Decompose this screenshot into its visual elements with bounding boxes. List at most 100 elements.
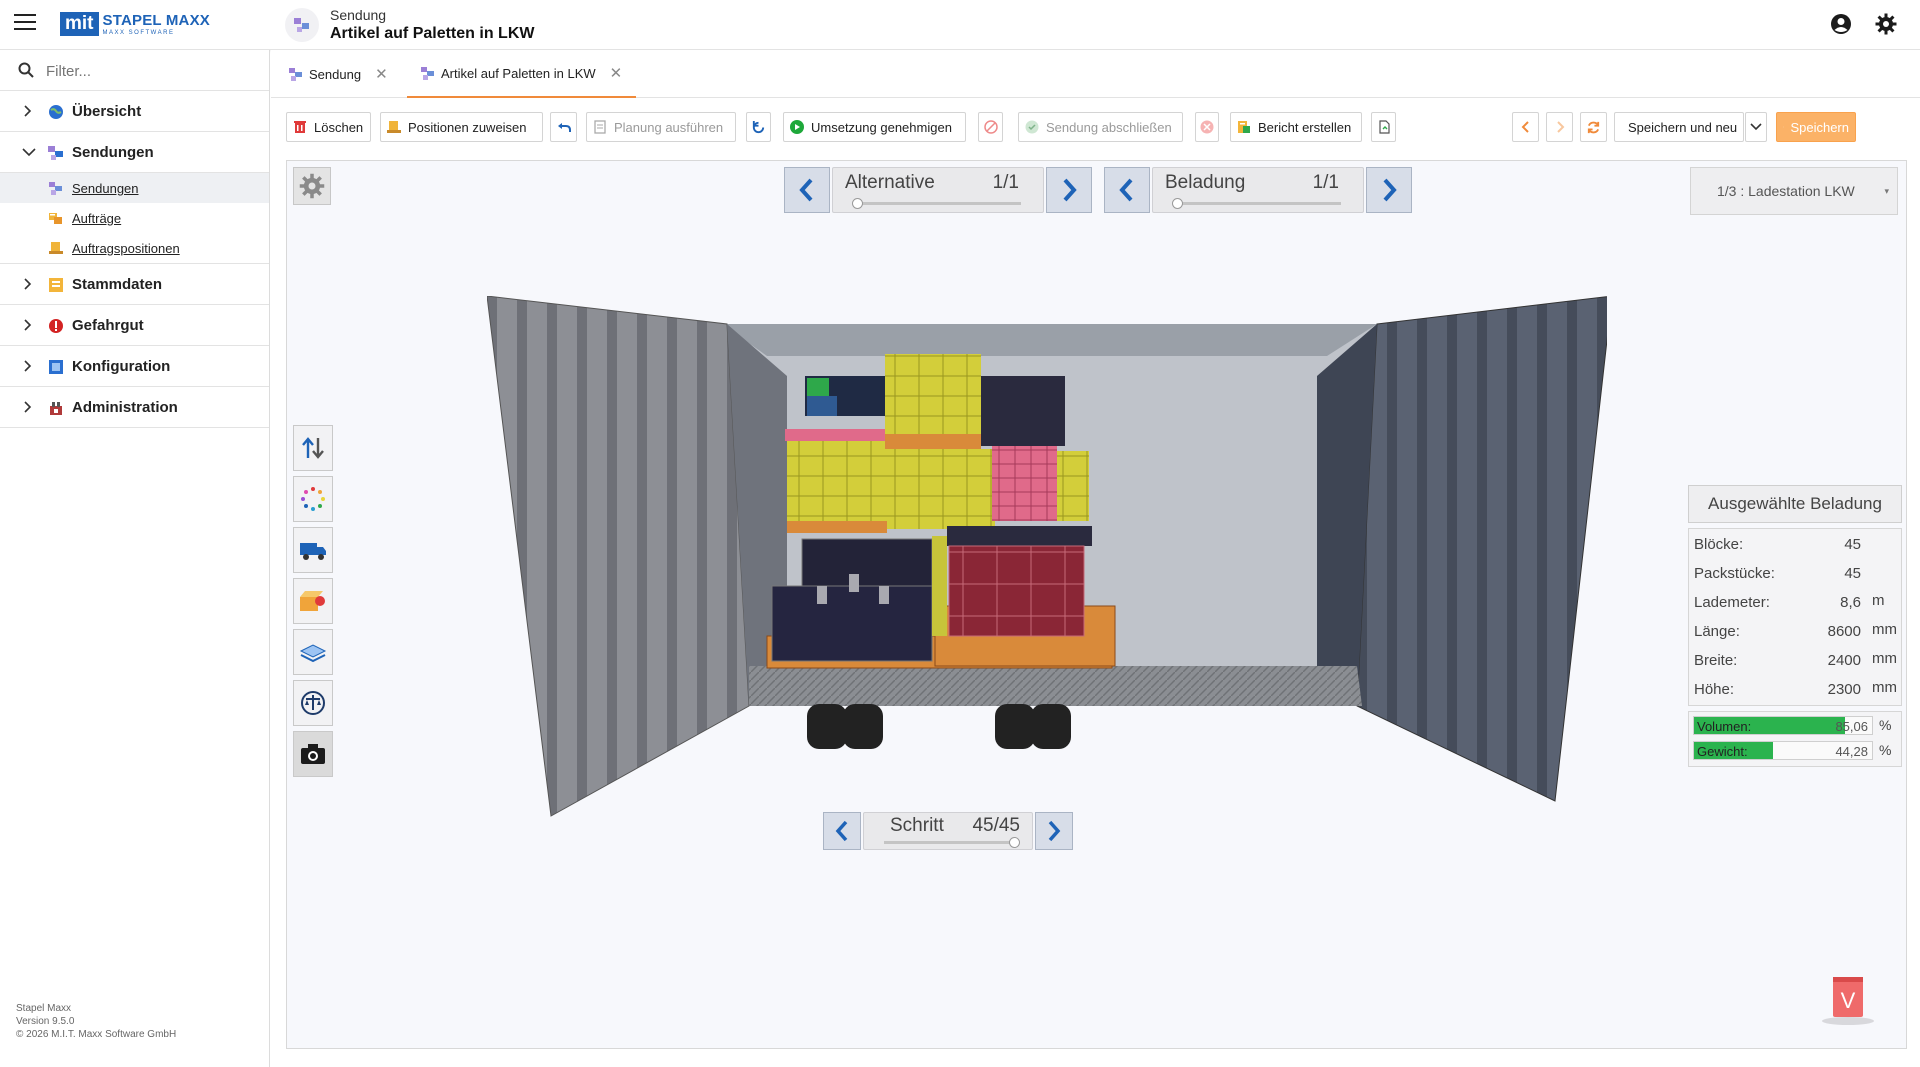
camera-icon bbox=[301, 744, 325, 764]
report-icon bbox=[1238, 121, 1250, 133]
product-name: Stapel Maxx bbox=[16, 1003, 72, 1014]
selected-loading-button[interactable]: Ausgewählte Beladung bbox=[1688, 485, 1902, 523]
loading-pager: Beladung 1/1 bbox=[1104, 167, 1414, 213]
chevron-right-icon bbox=[24, 401, 32, 413]
menu-icon[interactable] bbox=[14, 14, 36, 32]
previous-record-button[interactable] bbox=[1512, 112, 1539, 142]
chevron-right-icon bbox=[1063, 178, 1077, 202]
undo-button[interactable] bbox=[550, 112, 577, 142]
tab-sendung[interactable]: Sendung ✕ bbox=[285, 50, 392, 98]
weight-tool-button[interactable] bbox=[293, 680, 333, 726]
station-select[interactable]: 1/3 : Ladestation LKW ▾ bbox=[1690, 167, 1898, 215]
sidebar-item-gefahrgut[interactable]: Gefahrgut bbox=[0, 305, 269, 346]
next-record-button[interactable] bbox=[1546, 112, 1573, 142]
color-tool-button[interactable] bbox=[293, 476, 333, 522]
loading-next-button[interactable] bbox=[1366, 167, 1412, 213]
stat-value: 45 bbox=[1844, 565, 1861, 582]
alternative-next-button[interactable] bbox=[1046, 167, 1092, 213]
stat-label: Blöcke: bbox=[1694, 536, 1744, 553]
tab-bar: Sendung ✕ Artikel auf Paletten in LKW ✕ bbox=[271, 50, 1920, 98]
sidebar-subitem-label: Aufträge bbox=[72, 211, 122, 226]
slider-knob[interactable] bbox=[1172, 198, 1183, 209]
v-badge-icon[interactable]: V bbox=[1817, 971, 1879, 1027]
sidebar-subitem-auftragspositionen[interactable]: Auftragspositionen bbox=[0, 233, 269, 263]
run-planning-button[interactable]: Planung ausführen bbox=[586, 112, 736, 142]
sidebar-subitem-auftraege[interactable]: Aufträge bbox=[0, 203, 269, 233]
pallet-icon bbox=[299, 644, 327, 663]
truck-tool-button[interactable] bbox=[293, 527, 333, 573]
chevron-down-icon bbox=[1750, 123, 1762, 131]
delete-button[interactable]: Löschen bbox=[286, 112, 371, 142]
pallet-tool-button[interactable] bbox=[293, 629, 333, 675]
sidebar-subitem-label: Auftragspositionen bbox=[72, 241, 180, 256]
sidebar-item-konfiguration[interactable]: Konfiguration bbox=[0, 346, 269, 387]
shipment-icon bbox=[285, 8, 319, 42]
sidebar-item-administration[interactable]: Administration bbox=[0, 387, 269, 428]
save-options-dropdown[interactable] bbox=[1745, 112, 1767, 142]
chevron-left-icon bbox=[835, 820, 848, 842]
settings-gear-icon[interactable] bbox=[1874, 12, 1898, 36]
step-slider[interactable]: Schritt 45/45 bbox=[863, 812, 1033, 850]
tab-artikel-auf-paletten[interactable]: Artikel auf Paletten in LKW ✕ bbox=[407, 50, 637, 98]
alternative-slider[interactable]: Alternative 1/1 bbox=[832, 167, 1044, 213]
cancel-button[interactable] bbox=[978, 112, 1003, 142]
complete-shipment-label: Sendung abschließen bbox=[1046, 119, 1172, 135]
sidebar-item-uebersicht[interactable]: Übersicht bbox=[0, 91, 269, 132]
step-value: 45/45 bbox=[972, 815, 1020, 836]
chevron-left-icon bbox=[1521, 121, 1529, 133]
sidebar-item-label: Stammdaten bbox=[72, 276, 163, 293]
volume-progress-bar: Volumen: 85,06 bbox=[1693, 716, 1873, 735]
filter-input[interactable] bbox=[46, 58, 256, 84]
loading-value: 1/1 bbox=[1312, 172, 1339, 193]
slider-track bbox=[852, 198, 1021, 209]
close-icon[interactable]: ✕ bbox=[610, 64, 623, 82]
slider-knob[interactable] bbox=[852, 198, 863, 209]
slider-knob[interactable] bbox=[1009, 837, 1020, 848]
tab-label: Artikel auf Paletten in LKW bbox=[441, 65, 596, 81]
sort-tool-button[interactable] bbox=[293, 425, 333, 471]
loading-3d-viewer[interactable]: Alternative 1/1 Beladung 1/1 1/3 : Lades… bbox=[286, 160, 1907, 1049]
truck-loading-scene[interactable] bbox=[487, 296, 1607, 966]
export-button[interactable] bbox=[1371, 112, 1396, 142]
stat-label: Lademeter: bbox=[1694, 594, 1770, 611]
sidebar-subitem-sendungen[interactable]: Sendungen bbox=[0, 173, 269, 203]
viewer-settings-button[interactable] bbox=[293, 167, 331, 205]
chevron-right-icon bbox=[1048, 820, 1061, 842]
screenshot-tool-button[interactable] bbox=[293, 731, 333, 777]
user-account-icon[interactable] bbox=[1830, 13, 1852, 35]
run-planning-label: Planung ausführen bbox=[614, 119, 724, 135]
complete-shipment-button[interactable]: Sendung abschließen bbox=[1018, 112, 1183, 142]
save-and-new-button[interactable]: Speichern und neu bbox=[1614, 112, 1744, 142]
chevron-right-icon bbox=[24, 319, 32, 331]
tab-label: Sendung bbox=[309, 66, 362, 82]
reload-button[interactable] bbox=[1580, 112, 1607, 142]
chevron-right-icon bbox=[24, 105, 32, 117]
reset-button[interactable] bbox=[746, 112, 771, 142]
close-icon[interactable]: ✕ bbox=[375, 65, 388, 83]
assign-positions-button[interactable]: Positionen zuweisen bbox=[380, 112, 543, 142]
cancel-icon bbox=[983, 120, 998, 134]
discard-button[interactable] bbox=[1195, 112, 1219, 142]
create-report-button[interactable]: Bericht erstellen bbox=[1230, 112, 1362, 142]
copyright: © 2026 M.I.T. Maxx Software GmbH bbox=[16, 1029, 177, 1040]
approve-implementation-button[interactable]: Umsetzung genehmigen bbox=[783, 112, 966, 142]
alternative-prev-button[interactable] bbox=[784, 167, 830, 213]
sidebar-item-stammdaten[interactable]: Stammdaten bbox=[0, 264, 269, 305]
package-tool-button[interactable] bbox=[293, 578, 333, 624]
sidebar-item-label: Sendungen bbox=[72, 144, 154, 161]
master-data-icon bbox=[49, 278, 63, 292]
step-next-button[interactable] bbox=[1035, 812, 1073, 850]
weight-unit: % bbox=[1879, 742, 1892, 758]
chevron-down-icon bbox=[22, 148, 36, 157]
loading-slider[interactable]: Beladung 1/1 bbox=[1152, 167, 1364, 213]
stat-row-hoehe: Höhe: 2300 mm bbox=[1689, 679, 1903, 701]
loading-prev-button[interactable] bbox=[1104, 167, 1150, 213]
shipments-icon bbox=[421, 67, 434, 80]
sidebar-item-sendungen[interactable]: Sendungen bbox=[0, 132, 269, 173]
save-button[interactable]: Speichern bbox=[1776, 112, 1856, 142]
app-logo[interactable]: mit STAPEL MAXX MAXX SOFTWARE bbox=[60, 10, 210, 38]
sidebar-item-label: Übersicht bbox=[72, 103, 142, 120]
search-icon bbox=[18, 62, 34, 78]
step-prev-button[interactable] bbox=[823, 812, 861, 850]
page-title: Artikel auf Paletten in LKW bbox=[330, 25, 535, 42]
